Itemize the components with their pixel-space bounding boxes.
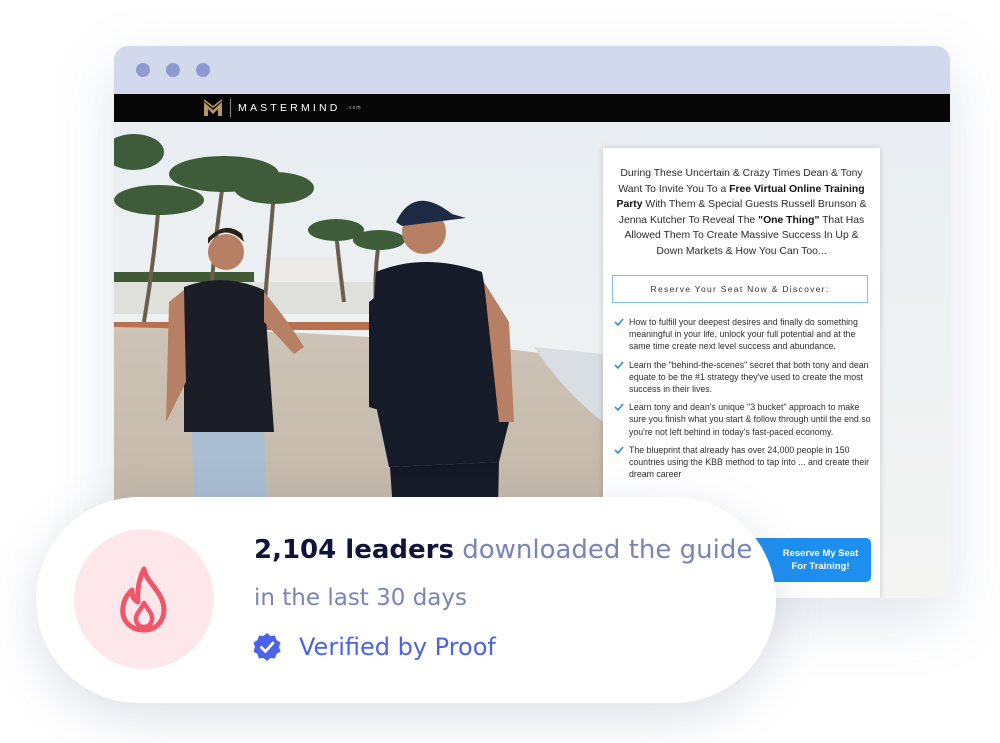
verified-badge-icon (253, 633, 281, 661)
bullet-text: The blueprint that already has over 24,0… (629, 444, 870, 480)
check-icon (614, 446, 624, 455)
list-item: How to fulfill your deepest desires and … (612, 316, 874, 353)
window-dot-icon (166, 63, 180, 77)
logo-domain: .com (346, 105, 362, 112)
check-icon (614, 361, 624, 369)
bullet-text: Learn the "behind-the-scenes" secret tha… (629, 359, 869, 395)
check-icon (614, 318, 624, 327)
social-proof-notification: 2,104 leaders downloaded the guide in th… (36, 497, 776, 703)
mastermind-logo-icon (203, 99, 223, 116)
bullet-text: How to fulfill your deepest desires and … (629, 317, 858, 352)
window-dot-icon (136, 63, 150, 77)
bullet-text: Learn tony and dean's unique "3 bucket" … (629, 402, 871, 437)
notification-timeframe: in the last 30 days (254, 585, 467, 611)
browser-chrome (114, 46, 950, 94)
flame-icon (120, 566, 167, 633)
reserve-banner: Reserve Your Seat Now & Discover: (612, 275, 868, 303)
logo-divider (230, 99, 231, 117)
notification-action: downloaded the guide (453, 535, 753, 565)
benefit-list: How to fulfill your deepest desires and … (612, 316, 874, 486)
verified-row: Verified by Proof (252, 632, 496, 662)
flame-badge (74, 529, 214, 669)
panel-headline: During These Uncertain & Crazy Times Dea… (615, 166, 868, 260)
check-icon (614, 403, 624, 412)
window-dot-icon (196, 63, 210, 77)
list-item: Learn tony and dean's unique "3 bucket" … (612, 401, 874, 438)
logo-text: MASTERMIND (238, 102, 341, 114)
notification-headline: 2,104 leaders downloaded the guide (254, 535, 752, 565)
leader-count: 2,104 leaders (254, 535, 454, 565)
headline-bold: "One Thing" (758, 214, 820, 226)
list-item: The blueprint that already has over 24,0… (612, 444, 874, 481)
site-header: MASTERMIND .com (114, 94, 950, 122)
verified-label: Verified by Proof (299, 633, 496, 661)
list-item: Learn the "behind-the-scenes" secret tha… (612, 359, 874, 396)
site-logo[interactable]: MASTERMIND .com (238, 102, 362, 114)
